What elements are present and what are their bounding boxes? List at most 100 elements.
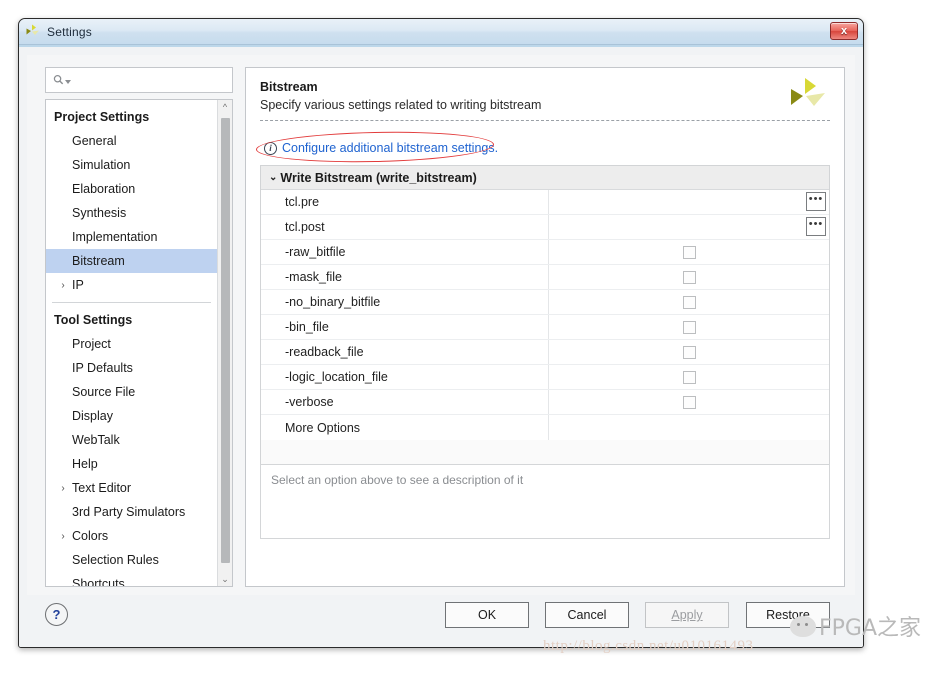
option-value[interactable] xyxy=(549,240,829,264)
option-checkbox[interactable] xyxy=(682,295,696,309)
sidebar-item-label: Project xyxy=(72,337,111,351)
help-button[interactable]: ? xyxy=(45,603,68,626)
sidebar-item-help[interactable]: Help xyxy=(46,452,217,476)
cancel-button[interactable]: Cancel xyxy=(545,602,629,628)
sidebar-item-label: IP Defaults xyxy=(72,361,133,375)
close-button[interactable]: x xyxy=(830,22,858,40)
sidebar-item-ip-defaults[interactable]: IP Defaults xyxy=(46,356,217,380)
dialog-body: Project Settings General Simulation Elabora… xyxy=(19,45,863,647)
table-row[interactable]: tcl.post ••• xyxy=(261,215,829,240)
apply-button[interactable]: Apply xyxy=(645,602,729,628)
sidebar-item-label: Colors xyxy=(72,529,109,543)
option-name: -raw_bitfile xyxy=(261,240,549,264)
brand-watermark-text: FPGA之家 xyxy=(819,616,922,641)
option-value[interactable] xyxy=(549,390,829,414)
table-row[interactable]: -bin_file xyxy=(261,315,829,340)
sidebar-item-label: Elaboration xyxy=(72,182,136,196)
sidebar-item-label: Display xyxy=(72,409,113,423)
scroll-down-arrow-icon[interactable]: ⌄ xyxy=(218,572,232,586)
option-name: -no_binary_bitfile xyxy=(261,290,549,314)
option-name: tcl.pre xyxy=(261,190,549,214)
sidebar-item-webtalk[interactable]: WebTalk xyxy=(46,428,217,452)
sidebar-item-label: General xyxy=(72,134,117,148)
vivado-logo-icon xyxy=(26,24,39,35)
sidebar-item-colors[interactable]: › Colors xyxy=(46,524,217,548)
sidebar-item-general[interactable]: General xyxy=(46,129,217,153)
option-name: More Options xyxy=(261,415,549,440)
sidebar-item-text-editor[interactable]: › Text Editor xyxy=(46,476,217,500)
option-checkbox[interactable] xyxy=(682,245,696,259)
table-row[interactable]: -raw_bitfile xyxy=(261,240,829,265)
additional-settings-row: i Configure additional bitstream setting… xyxy=(246,127,844,165)
close-icon: x xyxy=(840,24,848,37)
sidebar-item-elaboration[interactable]: Elaboration xyxy=(46,177,217,201)
sidebar-item-label: Help xyxy=(72,457,98,471)
search-input[interactable] xyxy=(71,69,232,91)
option-checkbox[interactable] xyxy=(682,270,696,284)
sidebar-item-display[interactable]: Display xyxy=(46,404,217,428)
sidebar-item-label: Text Editor xyxy=(72,481,132,495)
sidebar-item-project[interactable]: Project xyxy=(46,332,217,356)
collapse-chevron-icon[interactable]: ⌄ xyxy=(269,172,277,183)
tree-separator xyxy=(52,302,211,303)
option-checkbox[interactable] xyxy=(682,320,696,334)
sidebar-item-simulation[interactable]: Simulation xyxy=(46,153,217,177)
chevron-right-icon[interactable]: › xyxy=(56,280,70,291)
title-bar: Settings x xyxy=(19,19,863,45)
table-row[interactable]: -no_binary_bitfile xyxy=(261,290,829,315)
settings-navigation: Project Settings General Simulation Elabora… xyxy=(45,67,233,587)
option-value[interactable]: ••• xyxy=(549,190,829,214)
sidebar-item-shortcuts[interactable]: Shortcuts xyxy=(46,572,217,586)
table-row[interactable]: -logic_location_file xyxy=(261,365,829,390)
table-row[interactable]: -verbose xyxy=(261,390,829,415)
sidebar-item-selection-rules[interactable]: Selection Rules xyxy=(46,548,217,572)
sidebar-item-label: Selection Rules xyxy=(72,553,159,567)
wechat-icon xyxy=(790,615,816,637)
option-checkbox[interactable] xyxy=(682,370,696,384)
dialog-content: Project Settings General Simulation Elabora… xyxy=(27,55,855,595)
sidebar-item-bitstream[interactable]: Bitstream xyxy=(46,249,217,273)
sidebar-item-3rd-party-simulators[interactable]: 3rd Party Simulators xyxy=(46,500,217,524)
table-row[interactable]: -mask_file xyxy=(261,265,829,290)
option-value[interactable] xyxy=(549,340,829,364)
option-checkbox[interactable] xyxy=(682,345,696,359)
ok-button[interactable]: OK xyxy=(445,602,529,628)
option-description-text: Select an option above to see a descript… xyxy=(271,473,524,487)
sidebar-item-label: Implementation xyxy=(72,230,158,244)
option-checkbox[interactable] xyxy=(682,395,696,409)
tree-group-tool-settings: Tool Settings xyxy=(54,313,133,327)
options-section-header[interactable]: ⌄ Write Bitstream (write_bitstream) xyxy=(261,166,829,190)
configure-additional-bitstream-settings-link[interactable]: Configure additional bitstream settings. xyxy=(282,141,498,155)
option-name: -logic_location_file xyxy=(261,365,549,389)
screenshot-root: Settings x Project Settings General Simu… xyxy=(0,0,942,676)
scroll-up-arrow-icon[interactable]: ^ xyxy=(218,100,232,114)
tree-scrollbar[interactable]: ^ ⌄ xyxy=(217,100,232,586)
browse-button[interactable]: ••• xyxy=(806,217,826,236)
table-row[interactable]: tcl.pre ••• xyxy=(261,190,829,215)
table-row[interactable]: -readback_file xyxy=(261,340,829,365)
sidebar-item-ip[interactable]: › IP xyxy=(46,273,217,297)
sidebar-item-synthesis[interactable]: Synthesis xyxy=(46,201,217,225)
chevron-right-icon[interactable]: › xyxy=(56,531,70,542)
chevron-right-icon[interactable]: › xyxy=(56,483,70,494)
apply-button-label: Apply xyxy=(671,608,703,622)
sidebar-item-source-file[interactable]: Source File xyxy=(46,380,217,404)
vivado-logo-icon xyxy=(791,78,825,106)
option-value[interactable]: ••• xyxy=(549,215,829,239)
option-name: -verbose xyxy=(261,390,549,414)
option-value[interactable] xyxy=(549,365,829,389)
sidebar-item-implementation[interactable]: Implementation xyxy=(46,225,217,249)
option-value[interactable] xyxy=(549,415,829,440)
option-value[interactable] xyxy=(549,290,829,314)
option-value[interactable] xyxy=(549,315,829,339)
tree-group-project-settings: Project Settings xyxy=(54,110,150,124)
sidebar-item-label: Synthesis xyxy=(72,206,127,220)
sidebar-item-label: WebTalk xyxy=(72,433,120,447)
search-box[interactable] xyxy=(45,67,233,93)
option-description-box: Select an option above to see a descript… xyxy=(260,464,830,539)
browse-button[interactable]: ••• xyxy=(806,192,826,211)
scroll-thumb[interactable] xyxy=(221,118,230,563)
table-row[interactable]: More Options xyxy=(261,415,829,440)
option-name: tcl.post xyxy=(261,215,549,239)
option-value[interactable] xyxy=(549,265,829,289)
